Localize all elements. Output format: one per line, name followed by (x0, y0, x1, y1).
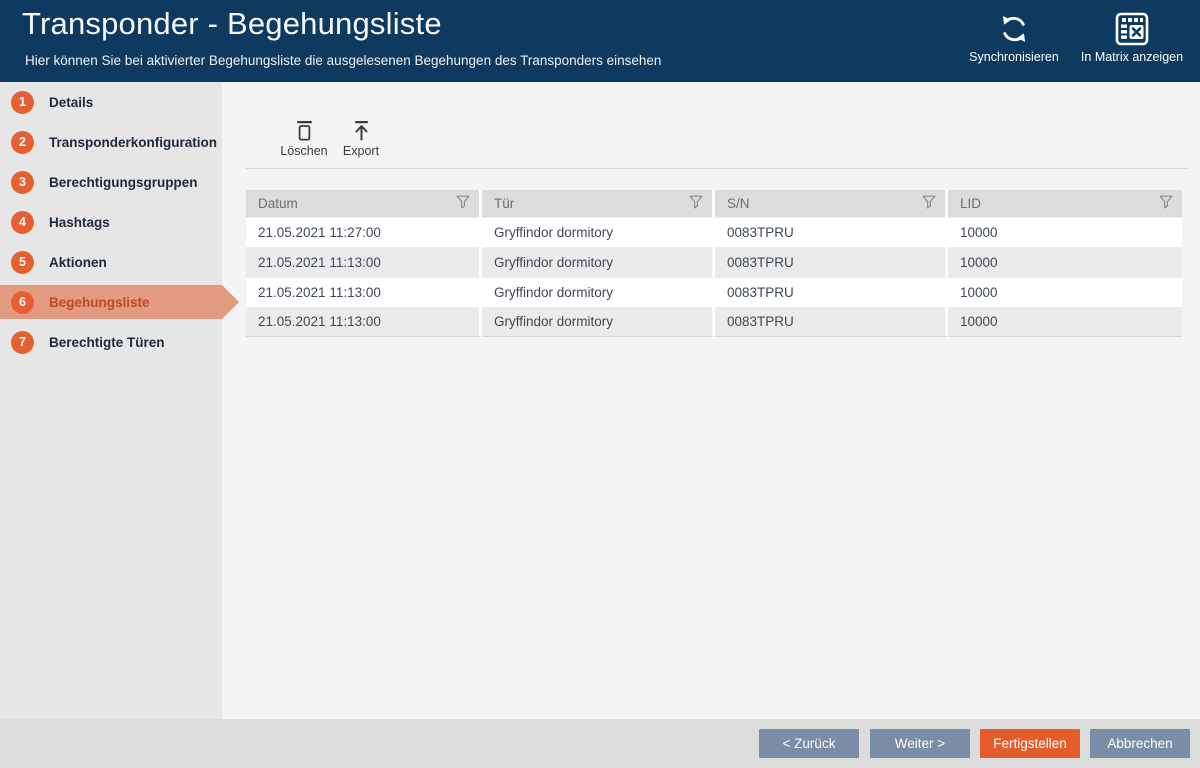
cell-datum: 21.05.2021 11:13:00 (246, 247, 482, 277)
filter-funnel-icon[interactable] (1159, 195, 1173, 212)
next-button[interactable]: Weiter > (870, 729, 970, 758)
cell-tuer: Gryffindor dormitory (482, 307, 715, 337)
table-row[interactable]: 21.05.2021 11:13:00 Gryffindor dormitory… (246, 247, 1188, 277)
filter-funnel-icon[interactable] (456, 195, 470, 212)
sidebar-step-label: Hashtags (49, 215, 110, 230)
sidebar-step-label: Details (49, 95, 93, 110)
sidebar-step-label: Begehungsliste (49, 295, 150, 310)
sidebar-step-begehungsliste[interactable]: 6 Begehungsliste (0, 285, 222, 319)
toolbar-divider (246, 168, 1188, 169)
sidebar-step-hashtags[interactable]: 4 Hashtags (0, 205, 222, 239)
cell-tuer: Gryffindor dormitory (482, 277, 715, 307)
cell-lid: 10000 (948, 217, 1182, 247)
cell-datum: 21.05.2021 11:27:00 (246, 217, 482, 247)
page-title: Transponder - Begehungsliste (22, 6, 442, 42)
wizard-step-sidebar: 1 Details 2 Transponderkonfiguration 3 B… (0, 82, 222, 719)
cell-sn: 0083TPRU (715, 217, 948, 247)
filter-funnel-icon[interactable] (689, 195, 703, 212)
cell-sn: 0083TPRU (715, 277, 948, 307)
back-button[interactable]: < Zurück (759, 729, 859, 758)
export-button[interactable]: Export (330, 117, 392, 158)
sidebar-step-label: Transponderkonfiguration (49, 135, 217, 150)
trash-icon (296, 117, 313, 141)
table-row[interactable]: 21.05.2021 11:13:00 Gryffindor dormitory… (246, 307, 1188, 337)
cell-datum: 21.05.2021 11:13:00 (246, 277, 482, 307)
show-in-matrix-label: In Matrix anzeigen (1081, 50, 1183, 64)
sidebar-step-transponderkonfiguration[interactable]: 2 Transponderkonfiguration (0, 125, 222, 159)
column-header-label: Tür (494, 196, 689, 211)
column-header[interactable]: S/N (715, 190, 948, 217)
sidebar-step-details[interactable]: 1 Details (0, 85, 222, 119)
cell-tuer: Gryffindor dormitory (482, 247, 715, 277)
delete-button[interactable]: Löschen (273, 117, 335, 158)
step-number-badge: 4 (11, 211, 34, 234)
synchronize-label: Synchronisieren (969, 50, 1059, 64)
table-body: 21.05.2021 11:27:00 Gryffindor dormitory… (246, 217, 1188, 337)
column-header-label: LID (960, 196, 1159, 211)
show-in-matrix-button[interactable]: In Matrix anzeigen (1070, 10, 1194, 64)
cell-lid: 10000 (948, 247, 1182, 277)
cell-sn: 0083TPRU (715, 307, 948, 337)
title-bar: Transponder - Begehungsliste Hier können… (0, 0, 1200, 82)
step-number-badge: 3 (11, 171, 34, 194)
step-number-badge: 7 (11, 331, 34, 354)
sidebar-step-label: Berechtigungsgruppen (49, 175, 198, 190)
step-number-badge: 2 (11, 131, 34, 154)
page-subtitle: Hier können Sie bei aktivierter Begehung… (25, 53, 661, 68)
access-list-table: Datum Tür S/N LID 21. (246, 190, 1188, 337)
table-header-row: Datum Tür S/N LID (246, 190, 1188, 217)
table-row[interactable]: 21.05.2021 11:27:00 Gryffindor dormitory… (246, 217, 1188, 247)
sync-icon (997, 10, 1031, 48)
filter-funnel-icon[interactable] (922, 195, 936, 212)
sidebar-step-label: Aktionen (49, 255, 107, 270)
export-icon (353, 117, 370, 141)
wizard-footer: < Zurück Weiter > Fertigstellen Abbreche… (0, 719, 1200, 768)
column-header[interactable]: Datum (246, 190, 482, 217)
sidebar-step-label: Berechtigte Türen (49, 335, 165, 350)
cancel-button[interactable]: Abbrechen (1090, 729, 1190, 758)
cell-sn: 0083TPRU (715, 247, 948, 277)
export-label: Export (343, 144, 379, 158)
finish-button[interactable]: Fertigstellen (980, 729, 1080, 758)
sidebar-step-aktionen[interactable]: 5 Aktionen (0, 245, 222, 279)
step-number-badge: 6 (11, 291, 34, 314)
matrix-icon (1115, 10, 1149, 48)
delete-label: Löschen (280, 144, 327, 158)
column-header[interactable]: LID (948, 190, 1182, 217)
synchronize-button[interactable]: Synchronisieren (958, 10, 1070, 64)
table-row[interactable]: 21.05.2021 11:13:00 Gryffindor dormitory… (246, 277, 1188, 307)
sidebar-step-berechtigungsgruppen[interactable]: 3 Berechtigungsgruppen (0, 165, 222, 199)
step-number-badge: 5 (11, 251, 34, 274)
column-header-label: S/N (727, 196, 922, 211)
column-header-label: Datum (258, 196, 456, 211)
step-number-badge: 1 (11, 91, 34, 114)
cell-lid: 10000 (948, 277, 1182, 307)
column-header[interactable]: Tür (482, 190, 715, 217)
sidebar-step-berechtigte-t-ren[interactable]: 7 Berechtigte Türen (0, 325, 222, 359)
cell-datum: 21.05.2021 11:13:00 (246, 307, 482, 337)
cell-lid: 10000 (948, 307, 1182, 337)
cell-tuer: Gryffindor dormitory (482, 217, 715, 247)
